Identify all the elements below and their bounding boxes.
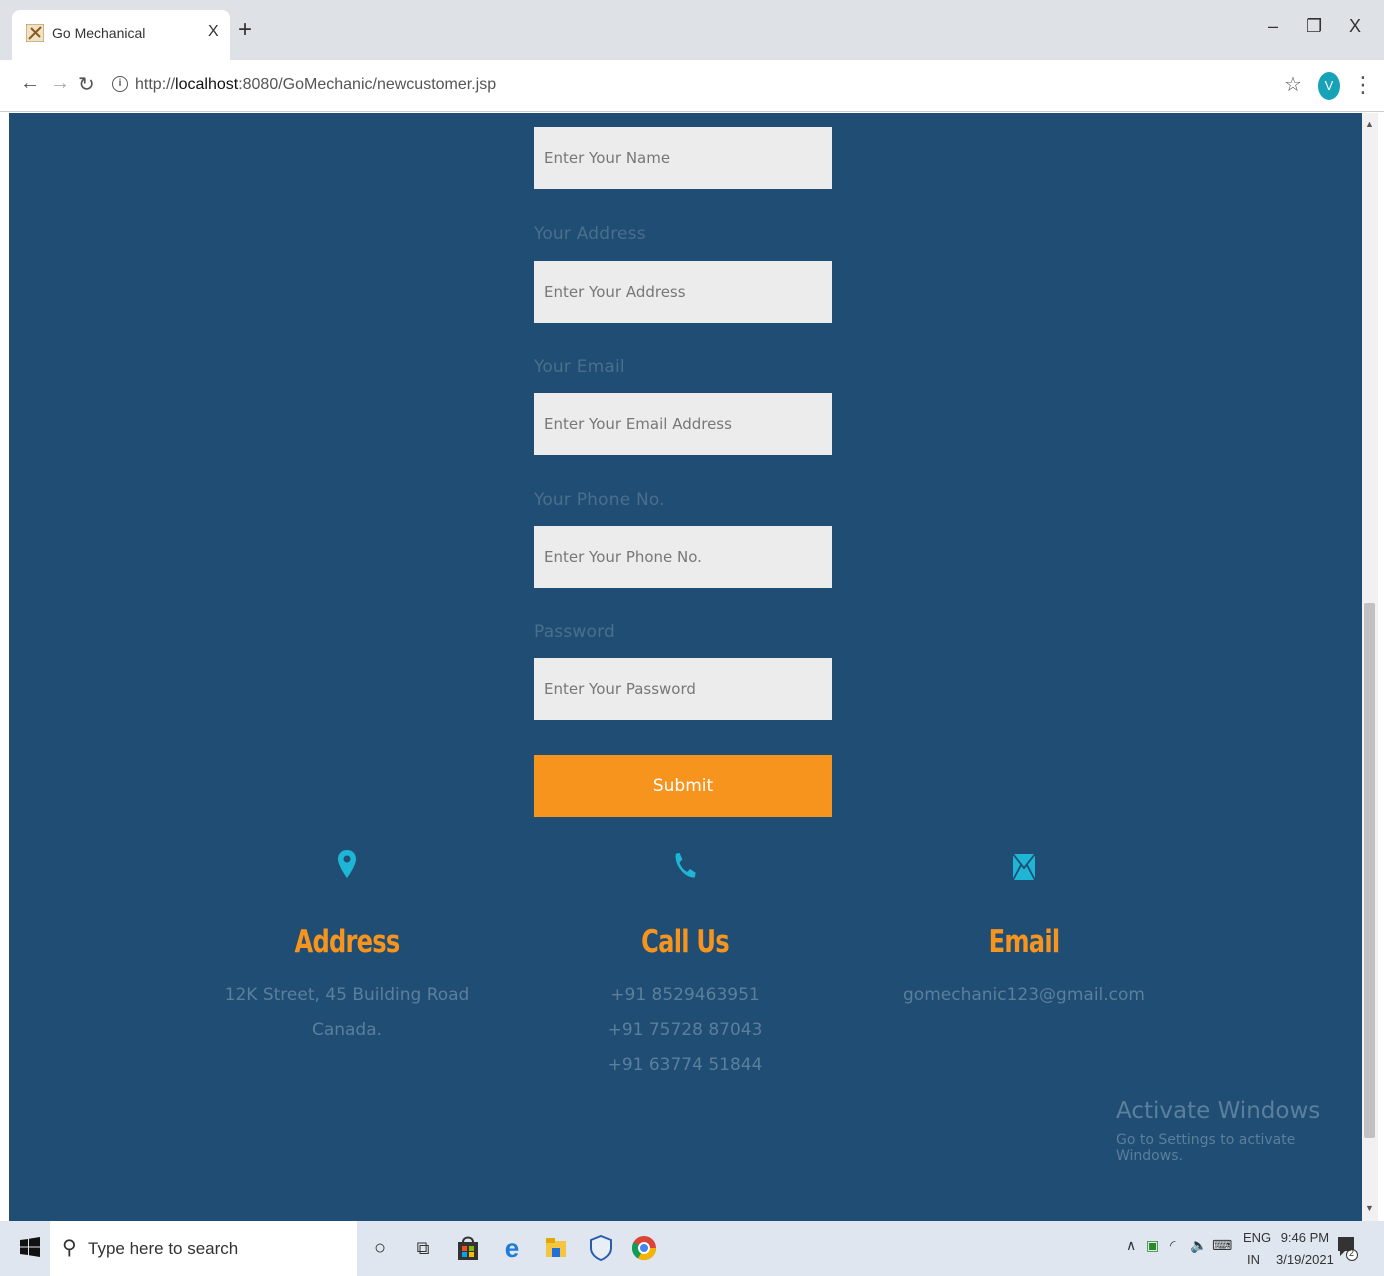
- clock-date: 3/19/2021: [1276, 1252, 1334, 1267]
- call-us-title: Call Us: [641, 924, 729, 960]
- contact-call: Call Us +91 8529463951 +91 75728 87043 +…: [515, 848, 855, 1083]
- speech-bubble-icon: [1338, 1237, 1358, 1261]
- site-info-icon[interactable]: i: [112, 76, 128, 92]
- profile-avatar[interactable]: V: [1318, 72, 1340, 100]
- envelope-icon: [1012, 853, 1036, 881]
- site-favicon-icon: [26, 24, 44, 42]
- windows-taskbar: ⚲ Type here to search ○ ⧉ e ∧ ▣ ◜ 🔈 ⌨ EN…: [0, 1221, 1384, 1276]
- browser-menu-icon[interactable]: ⋮: [1352, 72, 1374, 98]
- store-icon[interactable]: [453, 1233, 483, 1263]
- activate-windows-title: Activate Windows: [1116, 1098, 1321, 1124]
- contact-email: Email gomechanic123@gmail.com: [854, 848, 1194, 1013]
- back-arrow-icon[interactable]: ←: [20, 72, 40, 95]
- file-explorer-icon[interactable]: [541, 1233, 571, 1263]
- close-window-button[interactable]: X: [1349, 16, 1361, 37]
- browser-tab[interactable]: Go Mechanical X: [12, 10, 230, 60]
- network-icon[interactable]: ◜: [1170, 1237, 1175, 1254]
- tab-title: Go Mechanical: [52, 25, 146, 41]
- phone-label: Your Phone No.: [534, 490, 665, 510]
- email-input[interactable]: [534, 393, 832, 455]
- name-input[interactable]: [534, 127, 832, 189]
- clock-time: 9:46 PM: [1280, 1230, 1330, 1245]
- language-code: ENG: [1243, 1230, 1272, 1245]
- browser-tab-strip: Go Mechanical X + – ❐ X: [0, 0, 1384, 60]
- phone-number: +91 63774 51844: [607, 1055, 763, 1075]
- browser-toolbar: ← → ↻ i http://localhost:8080/GoMechanic…: [0, 60, 1384, 112]
- phone-input[interactable]: [534, 526, 832, 588]
- address-label: Your Address: [534, 224, 646, 244]
- show-hidden-icons-chevron-icon[interactable]: ∧: [1126, 1237, 1136, 1254]
- scroll-down-arrow-icon[interactable]: ▼: [1365, 1203, 1374, 1213]
- edge-browser-icon[interactable]: e: [497, 1233, 527, 1263]
- phone-number: +91 8529463951: [610, 985, 760, 1005]
- bookmark-star-icon[interactable]: ☆: [1284, 72, 1302, 97]
- tab-close-icon[interactable]: X: [208, 23, 219, 41]
- notification-center-icon[interactable]: 2: [1336, 1235, 1358, 1261]
- phone-icon: [675, 852, 696, 878]
- address-line: Canada.: [311, 1020, 383, 1040]
- taskbar-search-placeholder: Type here to search: [88, 1239, 239, 1258]
- password-input[interactable]: [534, 658, 832, 720]
- tray-app-icon[interactable]: ▣: [1146, 1237, 1159, 1254]
- password-label: Password: [534, 622, 616, 642]
- reload-icon[interactable]: ↻: [78, 72, 95, 97]
- activate-windows-watermark: Activate Windows Go to Settings to activ…: [1116, 1098, 1362, 1164]
- map-pin-icon: [338, 850, 356, 878]
- scrollbar-thumb[interactable]: [1364, 603, 1375, 1138]
- notification-count: 2: [1349, 1248, 1355, 1258]
- region-code: IN: [1247, 1252, 1260, 1267]
- email-title: Email: [988, 924, 1060, 960]
- maximize-button[interactable]: ❐: [1306, 16, 1322, 37]
- activate-windows-subtitle: Go to Settings to activate Windows.: [1116, 1132, 1296, 1164]
- email-label: Your Email: [534, 357, 625, 377]
- task-view-icon[interactable]: ⧉: [408, 1233, 438, 1263]
- language-indicator[interactable]: ENG IN: [1243, 1227, 1271, 1271]
- forward-arrow-icon[interactable]: →: [50, 72, 70, 95]
- submit-button[interactable]: Submit: [534, 755, 832, 817]
- security-shield-icon[interactable]: [586, 1233, 616, 1263]
- address-line: 12K Street, 45 Building Road: [224, 985, 470, 1005]
- address-title: Address: [294, 924, 401, 960]
- new-tab-button[interactable]: +: [238, 18, 252, 42]
- phone-number: +91 75728 87043: [607, 1020, 763, 1040]
- address-input[interactable]: [534, 261, 832, 323]
- cortana-icon[interactable]: ○: [365, 1233, 395, 1263]
- volume-icon[interactable]: 🔈: [1190, 1237, 1207, 1254]
- windows-start-icon[interactable]: [20, 1237, 40, 1257]
- page-content: Your Address Your Email Your Phone No. P…: [9, 113, 1362, 1221]
- taskbar-clock[interactable]: 9:46 PM 3/19/2021: [1276, 1227, 1334, 1271]
- keyboard-icon[interactable]: ⌨: [1212, 1237, 1232, 1254]
- vertical-scrollbar[interactable]: ▲ ▼: [1362, 113, 1378, 1221]
- search-icon: ⚲: [62, 1237, 77, 1259]
- scroll-up-arrow-icon[interactable]: ▲: [1365, 119, 1374, 129]
- address-bar-url[interactable]: http://localhost:8080/GoMechanic/newcust…: [135, 76, 496, 94]
- chrome-icon[interactable]: [629, 1233, 659, 1263]
- email-address: gomechanic123@gmail.com: [903, 985, 1145, 1005]
- taskbar-search-box[interactable]: ⚲ Type here to search: [50, 1221, 357, 1276]
- contact-address: Address 12K Street, 45 Building Road Can…: [177, 848, 517, 1048]
- minimize-button[interactable]: –: [1268, 16, 1278, 37]
